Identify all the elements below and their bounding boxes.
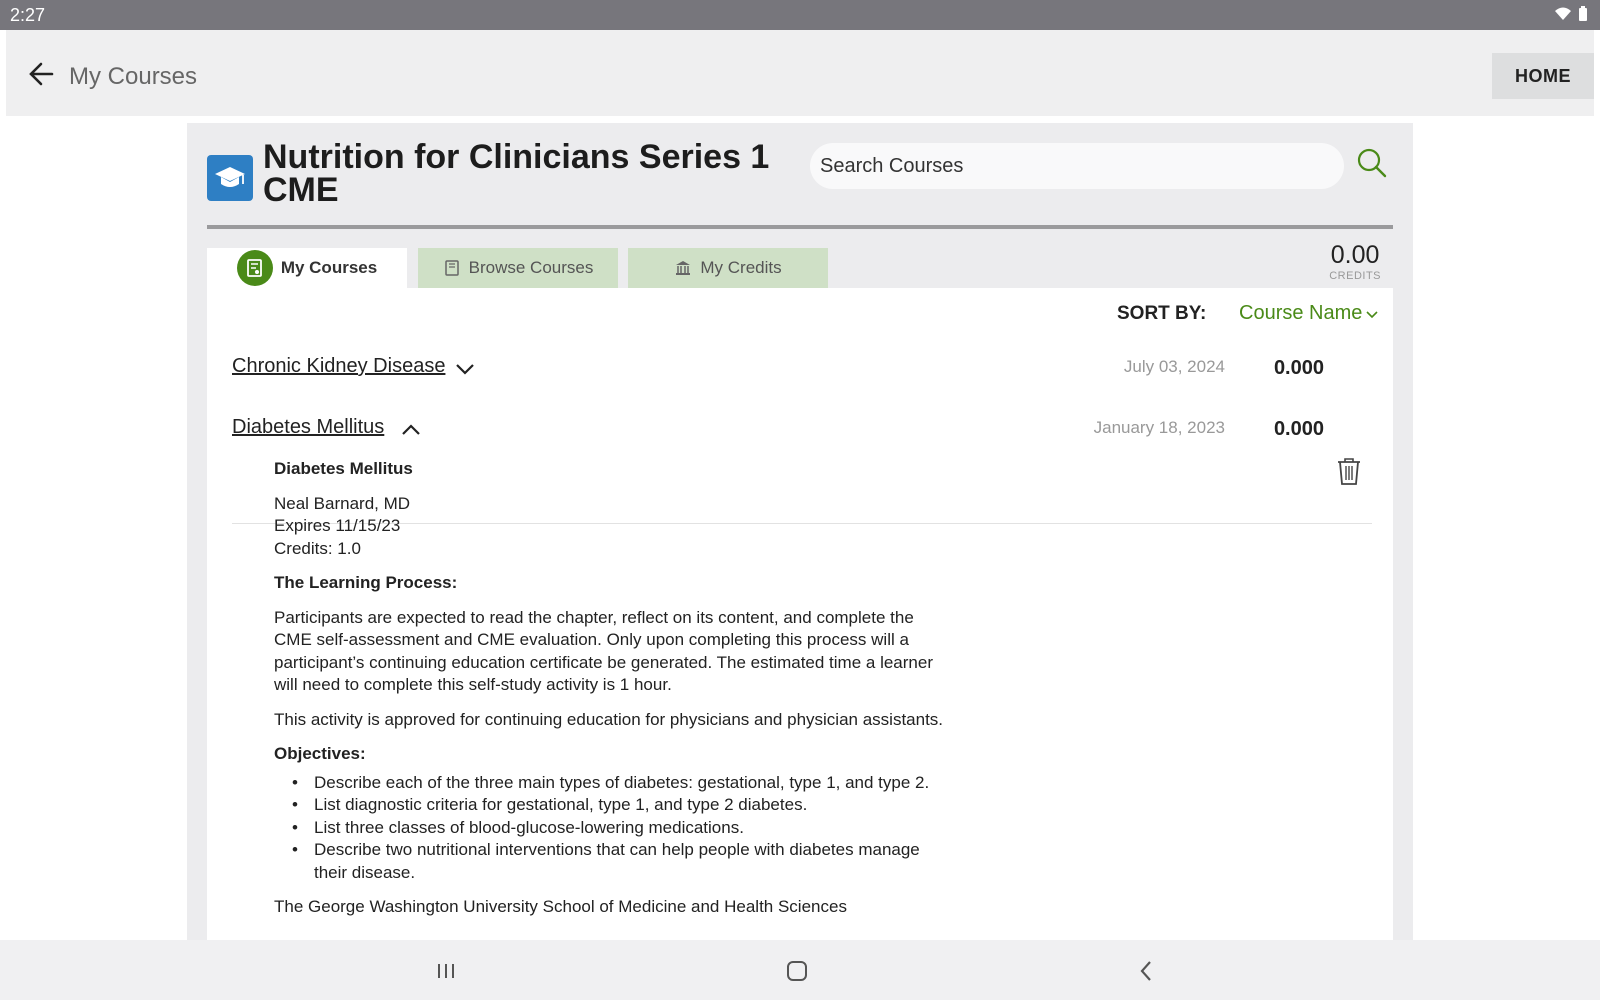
trash-icon[interactable] <box>1335 456 1363 486</box>
sort-value: Course Name <box>1239 302 1363 324</box>
objectives-list: Describe each of the three main types of… <box>292 772 954 885</box>
learning-heading: The Learning Process: <box>274 573 458 592</box>
graduation-cap-icon <box>207 155 253 201</box>
course-list: SORT BY: Course Name Chronic Kidney Dise… <box>207 288 1393 940</box>
system-icons <box>1554 6 1588 22</box>
search-courses-input[interactable] <box>810 143 1344 189</box>
objectives-heading: Objectives: <box>274 744 366 763</box>
status-bar: 2:27 <box>0 0 1600 30</box>
course-panel: Nutrition for Clinicians Series 1 CME My… <box>187 123 1413 940</box>
credits-total: 0.00 CREDITS <box>1329 241 1381 282</box>
course-date: January 18, 2023 <box>1093 418 1225 437</box>
chevron-down-icon[interactable] <box>454 359 476 379</box>
header-divider <box>207 225 1393 229</box>
objective-item: List diagnostic criteria for gestational… <box>292 794 954 817</box>
detail-author: Neal Barnard, MD <box>274 493 411 513</box>
sort-by-select[interactable]: Course Name <box>1239 302 1378 325</box>
institution-icon <box>676 261 691 275</box>
app-bar: My Courses HOME <box>6 30 1594 116</box>
course-series-title: Nutrition for Clinicians Series 1 CME <box>263 138 770 209</box>
certificate-icon <box>236 250 273 286</box>
course-detail: Diabetes Mellitus Neal Barnard, MD Expir… <box>274 458 954 931</box>
detail-title: Diabetes Mellitus <box>274 459 413 478</box>
recent-apps-icon[interactable] <box>431 956 461 986</box>
detail-footer-text: The George Washington University School … <box>274 897 847 916</box>
detail-expires: Expires 11/15/23 <box>274 516 401 535</box>
learning-text: Participants are expected to read the ch… <box>274 607 933 695</box>
objective-item: Describe each of the three main types of… <box>292 772 954 795</box>
tab-my-credits[interactable]: My Credits <box>628 248 828 288</box>
sort-by-label: SORT BY: <box>1117 303 1207 324</box>
course-date: July 03, 2024 <box>1123 357 1225 376</box>
tab-label: My Courses <box>280 258 378 277</box>
approval-text: This activity is approved for continuing… <box>274 709 944 729</box>
course-credits: 0.000 <box>1273 357 1324 379</box>
objective-item: Describe two nutritional interventions t… <box>292 839 954 884</box>
system-nav-bar <box>0 940 1600 1000</box>
credits-total-label: CREDITS <box>1329 270 1381 282</box>
home-button[interactable]: HOME <box>1492 53 1594 99</box>
credits-total-value: 0.00 <box>1330 241 1380 269</box>
tab-label: My Credits <box>700 258 782 277</box>
status-time: 2:27 <box>10 5 46 25</box>
tab-label: Browse Courses <box>468 258 594 277</box>
detail-credits: Credits: 1.0 <box>274 538 361 558</box>
book-icon <box>444 260 459 276</box>
course-credits: 0.000 <box>1273 418 1324 440</box>
page-title: My Courses <box>69 63 198 90</box>
battery-icon <box>1579 6 1587 21</box>
tab-my-courses[interactable]: My Courses <box>207 248 407 288</box>
chevron-down-icon <box>1366 310 1378 318</box>
chevron-up-icon[interactable] <box>400 420 422 440</box>
course-name-link[interactable]: Chronic Kidney Disease <box>232 355 445 378</box>
back-nav-icon[interactable] <box>1132 956 1162 986</box>
tab-browse-courses[interactable]: Browse Courses <box>418 248 618 288</box>
objective-item: List three classes of blood-glucose-lowe… <box>292 817 954 840</box>
wifi-icon <box>1555 7 1571 20</box>
home-nav-icon[interactable] <box>782 956 812 986</box>
back-arrow-icon[interactable] <box>26 60 60 88</box>
course-name-link[interactable]: Diabetes Mellitus <box>232 416 384 439</box>
search-icon[interactable] <box>1354 145 1390 181</box>
